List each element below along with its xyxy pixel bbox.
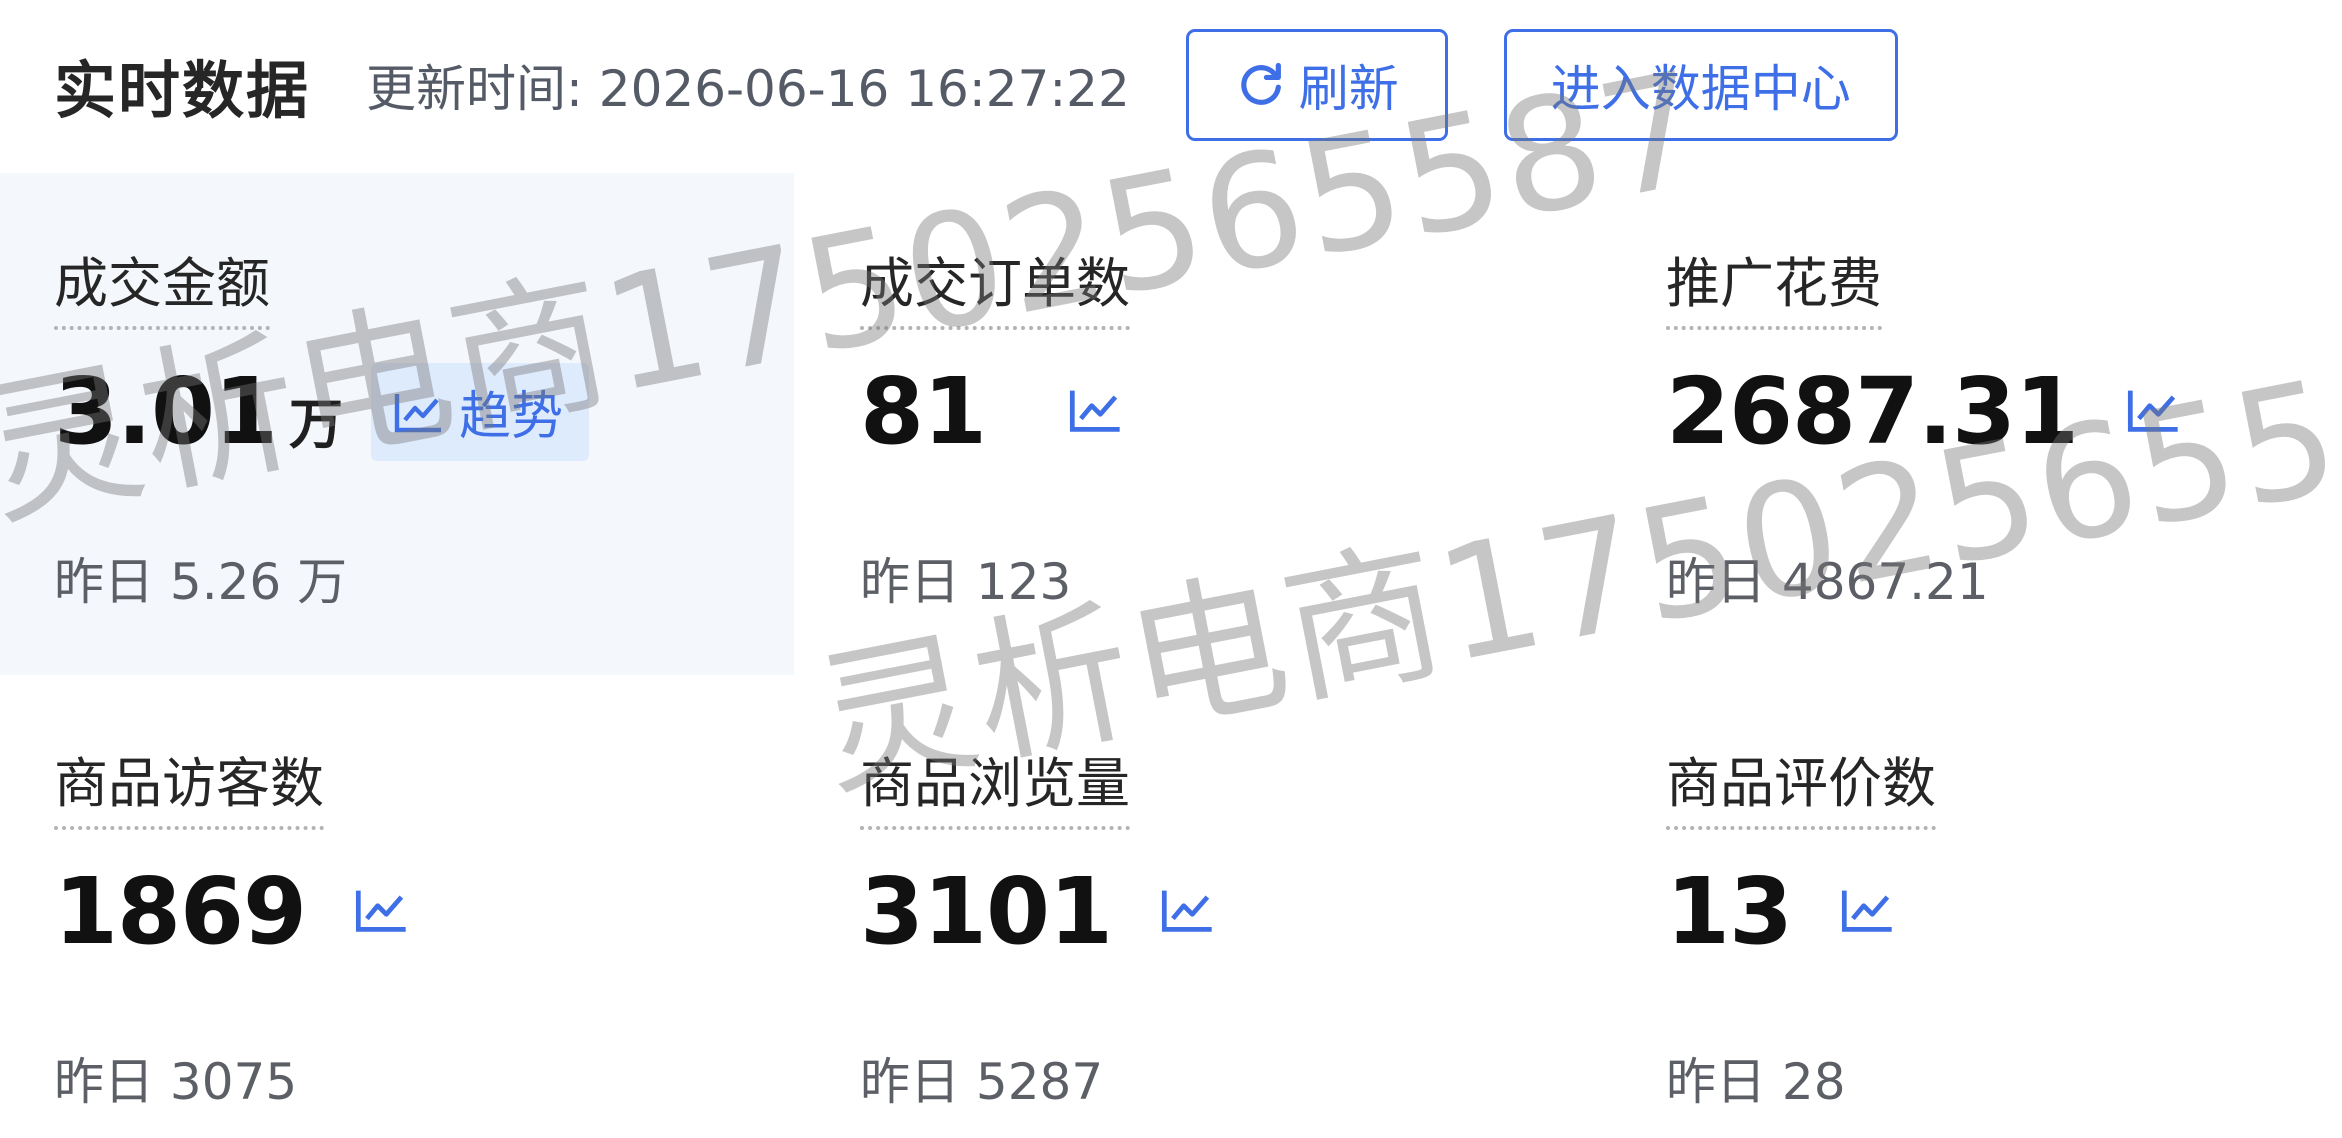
metric-value: 13: [1666, 858, 1793, 965]
metric-value: 3.01: [54, 358, 278, 465]
metric-label: 成交订单数: [860, 252, 1130, 330]
metric-yesterday: 昨日 123: [860, 553, 1072, 611]
metric-reviews[interactable]: 商品评价数 13 昨日 28: [1666, 752, 2326, 1112]
page-title: 实时数据: [54, 54, 311, 127]
metric-value-row: 2687.31: [1666, 358, 2182, 465]
metric-value-row: 81: [860, 358, 1124, 465]
trend-chart-icon[interactable]: [354, 886, 410, 938]
metric-value-row: 3101: [860, 858, 1216, 965]
metric-yesterday: 昨日 3075: [54, 1053, 298, 1111]
trend-button-label: 趋势: [459, 387, 564, 447]
metric-value: 3101: [860, 858, 1113, 965]
trend-chart-icon[interactable]: [1068, 386, 1124, 438]
refresh-button-label: 刷新: [1298, 60, 1399, 118]
metric-yesterday: 昨日 28: [1666, 1053, 1846, 1111]
metric-value-row: 1869: [54, 858, 410, 965]
metric-yesterday: 昨日 5.26 万: [54, 553, 348, 611]
trend-chart-icon[interactable]: [1160, 886, 1216, 938]
metric-pageviews[interactable]: 商品浏览量 3101 昨日 5287: [860, 752, 1580, 1112]
metric-label: 商品访客数: [54, 752, 324, 830]
metric-yesterday: 昨日 5287: [860, 1053, 1104, 1111]
realtime-header: 实时数据 更新时间: 2026-06-16 16:27:22 刷新 进入数据中心: [54, 28, 1898, 142]
metric-gmv[interactable]: 成交金额 3.01 万 趋势 昨日 5.26 万: [54, 252, 774, 612]
update-time: 更新时间: 2026-06-16 16:27:22: [366, 60, 1130, 118]
metric-yesterday: 昨日 4867.21: [1666, 553, 1989, 611]
trend-chart-icon: [394, 393, 441, 432]
metric-value-row: 3.01 万 趋势: [54, 358, 590, 465]
refresh-button[interactable]: 刷新: [1185, 29, 1448, 141]
metric-label: 商品浏览量: [860, 752, 1130, 830]
data-center-button[interactable]: 进入数据中心: [1503, 29, 1898, 141]
metric-label: 成交金额: [54, 252, 270, 330]
metric-unit: 万: [289, 393, 343, 456]
metric-orders[interactable]: 成交订单数 81 昨日 123: [860, 252, 1580, 612]
trend-button[interactable]: 趋势: [371, 362, 590, 461]
metric-label: 商品评价数: [1666, 752, 1936, 830]
metric-value-row: 13: [1666, 858, 1896, 965]
metric-label: 推广花费: [1666, 252, 1882, 330]
trend-chart-icon[interactable]: [1840, 886, 1896, 938]
refresh-icon: [1241, 62, 1281, 105]
metric-visitors[interactable]: 商品访客数 1869 昨日 3075: [54, 752, 774, 1112]
metric-ad-spend[interactable]: 推广花费 2687.31 昨日 4867.21: [1666, 252, 2326, 612]
metric-value: 81: [860, 358, 987, 465]
metric-value: 2687.31: [1666, 358, 2079, 465]
metric-value: 1869: [54, 858, 307, 965]
trend-chart-icon[interactable]: [2126, 386, 2182, 438]
